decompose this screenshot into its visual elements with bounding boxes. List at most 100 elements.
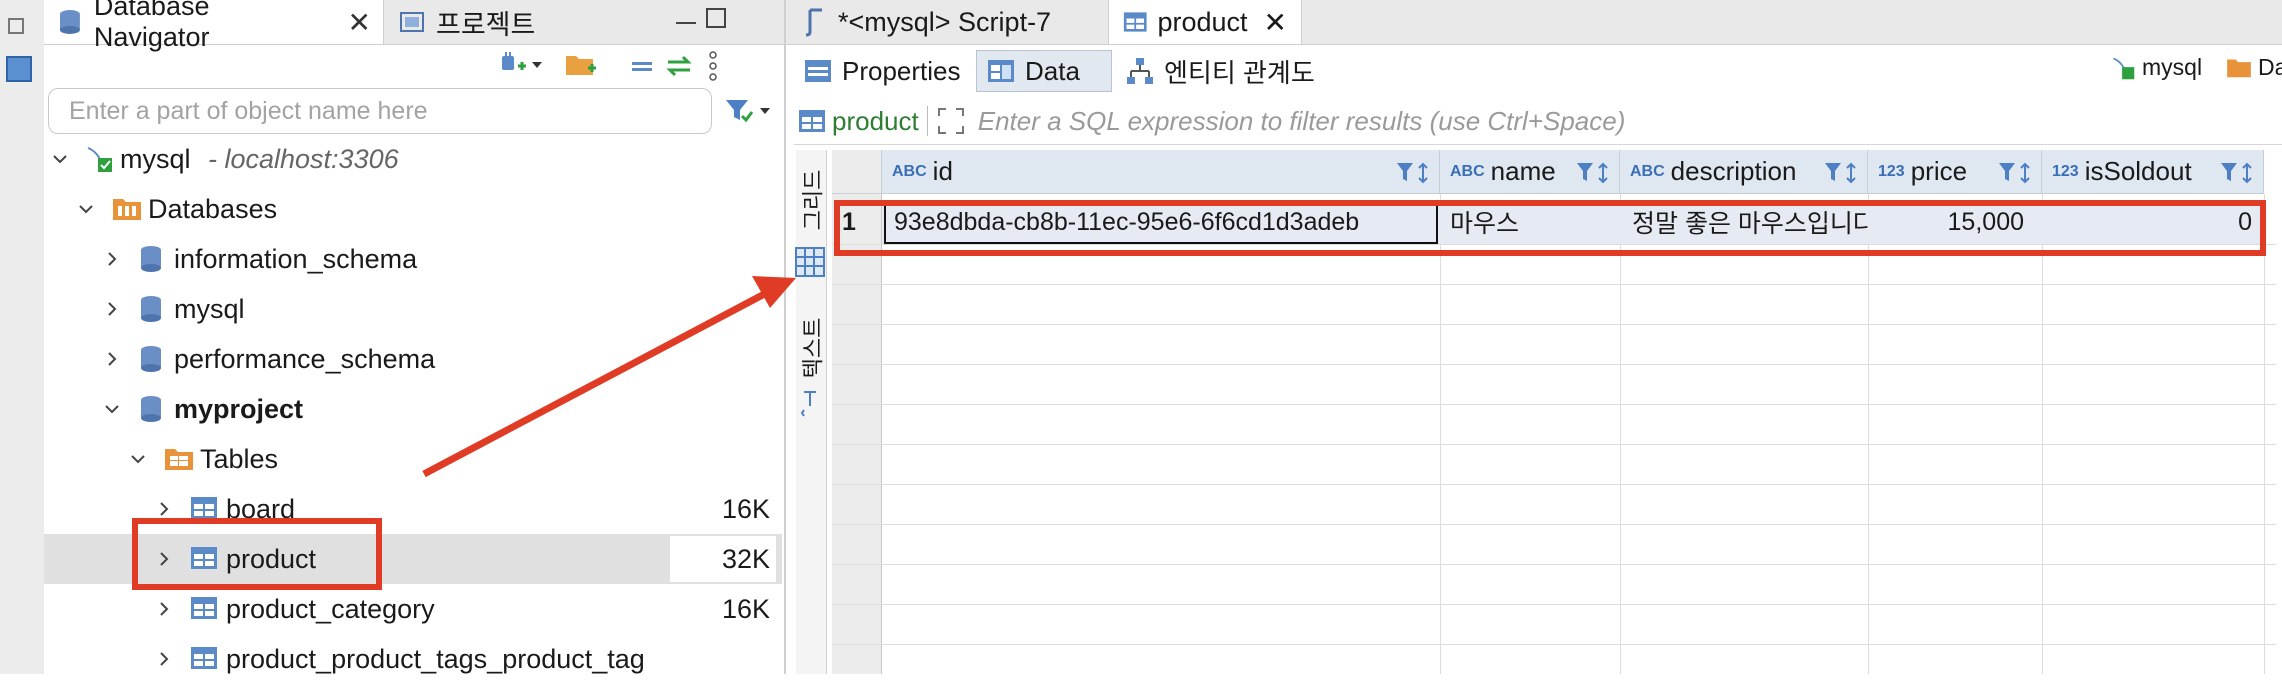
chevron-down-icon[interactable] <box>78 201 94 217</box>
database-icon <box>141 346 161 372</box>
close-icon[interactable]: ✕ <box>348 6 371 39</box>
column-filter-sort-icon[interactable] <box>1575 160 1611 186</box>
chevron-right-icon[interactable] <box>156 601 172 617</box>
table-icon <box>799 110 825 132</box>
column-header-name[interactable]: ABC name <box>1440 150 1620 194</box>
panel-icon[interactable] <box>6 56 32 82</box>
type-tag: ABC <box>1450 162 1485 180</box>
table-icon <box>191 597 217 619</box>
column-header-id[interactable]: ABC id <box>882 150 1440 194</box>
tree-item-database[interactable]: performance_schema <box>44 334 782 384</box>
chevron-right-icon[interactable] <box>156 651 172 667</box>
tree-item-database-myproject[interactable]: myproject <box>44 384 782 434</box>
chevron-down-icon[interactable] <box>104 401 120 417</box>
mysql-connection-icon <box>87 147 112 172</box>
tree-item-tables[interactable]: Tables <box>44 434 782 484</box>
tree-item-database[interactable]: information_schema <box>44 234 782 284</box>
maximize-icon[interactable] <box>706 8 726 28</box>
chevron-right-icon[interactable] <box>104 251 120 267</box>
mysql-connection-icon <box>2113 57 2135 79</box>
grid-view-icon[interactable] <box>794 246 826 278</box>
grid-line <box>1440 194 1441 674</box>
column-name: name <box>1490 156 1556 186</box>
navigator-tabbar: Database Navigator ✕ 프로젝트 <box>44 0 784 52</box>
close-icon[interactable]: ✕ <box>1264 6 1287 39</box>
active-database[interactable]: Datas <box>2226 54 2282 81</box>
tab-label: 프로젝트 <box>436 9 536 40</box>
search-box[interactable] <box>48 88 712 134</box>
filter-table-name: product <box>832 105 919 136</box>
table-editor-panel: *<mysql> Script-7 product ✕ Properties D… <box>786 0 2282 674</box>
text-view-tab[interactable]: 텍스트 <box>798 312 825 384</box>
search-input[interactable] <box>67 95 711 127</box>
connect-icon[interactable] <box>496 50 528 80</box>
minimize-icon[interactable] <box>676 10 696 24</box>
tables-folder-icon <box>165 449 193 470</box>
grid-line <box>832 404 2276 405</box>
databases-label: Databases <box>148 193 278 224</box>
subtab-label: Data <box>1025 55 1080 86</box>
row-number-header <box>832 150 882 194</box>
tree-item-database[interactable]: mysql <box>44 284 782 334</box>
connection-label: mysql <box>2142 54 2203 80</box>
filter-icon[interactable] <box>724 96 754 126</box>
script-icon <box>805 8 822 37</box>
database-name: mysql <box>174 293 245 324</box>
database-icon <box>141 396 161 422</box>
column-header-description[interactable]: ABC description <box>1620 150 1868 194</box>
table-size: 16K <box>721 593 770 624</box>
column-filter-sort-icon[interactable] <box>1823 160 1859 186</box>
grid-view-tab[interactable]: 그리드 <box>798 168 826 232</box>
subtab-er-diagram[interactable]: 엔티티 관계도 <box>1116 50 1326 92</box>
new-folder-icon[interactable] <box>564 50 598 80</box>
tab-label: Database Navigator <box>93 0 210 52</box>
link-editor-icon[interactable] <box>664 54 694 78</box>
tree-item-table[interactable]: product_product_tags_product_tag <box>44 634 782 684</box>
column-filter-sort-icon[interactable] <box>2219 160 2255 186</box>
tree-item-table[interactable]: product_category 16K <box>44 584 782 634</box>
column-filter-sort-icon[interactable] <box>1395 160 1431 186</box>
side-toolbar <box>0 0 45 674</box>
expand-icon[interactable] <box>936 106 966 136</box>
subtab-data[interactable]: Data <box>976 50 1112 92</box>
chevron-right-icon[interactable] <box>104 351 120 367</box>
subtab-label: Properties <box>842 55 961 86</box>
tab-database-navigator[interactable]: Database Navigator ✕ <box>44 0 384 52</box>
chevron-down-icon[interactable] <box>52 151 68 167</box>
column-filter-sort-icon[interactable] <box>1997 160 2033 186</box>
table-icon <box>1123 12 1147 32</box>
collapse-all-icon[interactable] <box>630 56 654 76</box>
properties-icon <box>805 60 831 82</box>
grid-line <box>832 444 2276 445</box>
table-icon <box>191 497 217 519</box>
chevron-right-icon[interactable] <box>104 301 120 317</box>
column-header-price[interactable]: 123 price <box>1868 150 2042 194</box>
table-icon <box>191 647 217 669</box>
database-label: Datas <box>2258 54 2282 80</box>
database-icon <box>141 246 161 272</box>
chevron-right-icon[interactable] <box>156 501 172 517</box>
column-name: id <box>932 156 953 186</box>
tab-script[interactable]: *<mysql> Script-7 <box>790 0 1108 44</box>
filter-input[interactable]: Enter a SQL expression to filter results… <box>978 106 1626 137</box>
database-name: myproject <box>174 393 304 424</box>
subtab-properties[interactable]: Properties <box>794 50 972 92</box>
chevron-down-icon[interactable] <box>530 60 544 70</box>
tab-product[interactable]: product ✕ <box>1108 0 1302 44</box>
more-vertical-icon[interactable] <box>708 50 718 82</box>
table-name: product_product_tags_product_tag <box>226 643 645 674</box>
type-tag: ABC <box>892 162 927 180</box>
tables-label: Tables <box>200 443 279 474</box>
tree-item-connection[interactable]: mysql - localhost:3306 <box>44 134 782 184</box>
tree-item-databases[interactable]: Databases <box>44 184 782 234</box>
grid-view-label: 그리드 <box>800 169 826 231</box>
column-name: description <box>1670 156 1797 186</box>
restore-icon[interactable] <box>8 18 24 34</box>
active-connection[interactable]: mysql <box>2110 54 2202 81</box>
chevron-down-icon[interactable] <box>758 106 772 116</box>
text-view-icon[interactable] <box>800 388 820 418</box>
chevron-down-icon[interactable] <box>130 451 146 467</box>
grid-line <box>832 604 2276 605</box>
tab-project[interactable]: 프로젝트 <box>386 0 666 44</box>
column-header-issoldout[interactable]: 123 isSoldout <box>2042 150 2264 194</box>
